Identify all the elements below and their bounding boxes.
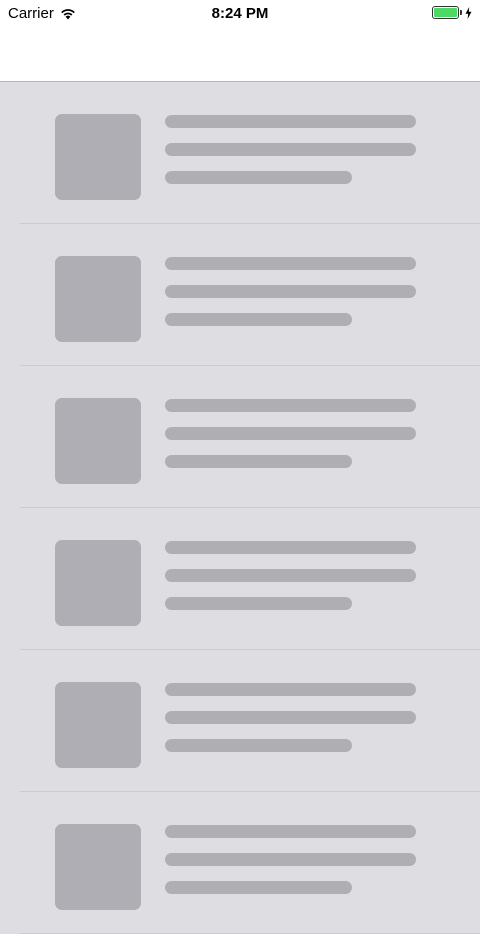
thumbnail-placeholder <box>55 114 141 200</box>
text-line-placeholder <box>165 853 416 866</box>
list-item[interactable] <box>20 508 480 650</box>
thumbnail-placeholder <box>55 256 141 342</box>
text-line-placeholder <box>165 711 416 724</box>
list-item[interactable] <box>20 792 480 934</box>
text-line-placeholder <box>165 399 416 412</box>
text-line-placeholder <box>165 881 352 894</box>
list-item[interactable] <box>20 366 480 508</box>
thumbnail-placeholder <box>55 824 141 910</box>
battery-tip <box>460 10 462 15</box>
battery-icon <box>432 6 459 19</box>
text-line-placeholder <box>165 171 352 184</box>
navigation-bar <box>0 28 480 82</box>
text-line-placeholder <box>165 739 352 752</box>
list-item[interactable] <box>20 224 480 366</box>
battery-level <box>434 8 457 17</box>
bolt-icon <box>465 6 472 19</box>
text-line-placeholder <box>165 569 416 582</box>
text-line-placeholder <box>165 825 416 838</box>
thumbnail-placeholder <box>55 540 141 626</box>
text-line-placeholder <box>165 597 352 610</box>
thumbnail-placeholder <box>55 398 141 484</box>
text-line-placeholder <box>165 115 416 128</box>
status-bar: Carrier 8:24 PM <box>0 0 480 28</box>
battery-indicator <box>432 6 472 19</box>
text-line-placeholder <box>165 143 416 156</box>
list-item[interactable] <box>20 650 480 792</box>
text-line-placeholder <box>165 455 352 468</box>
skeleton-list[interactable] <box>0 82 480 934</box>
text-line-placeholder <box>165 313 352 326</box>
text-line-placeholder <box>165 541 416 554</box>
text-line-placeholder <box>165 683 416 696</box>
status-time: 8:24 PM <box>211 5 269 22</box>
text-line-placeholder <box>165 427 416 440</box>
text-line-placeholder <box>165 257 416 270</box>
text-line-placeholder <box>165 285 416 298</box>
thumbnail-placeholder <box>55 682 141 768</box>
list-item[interactable] <box>20 82 480 224</box>
